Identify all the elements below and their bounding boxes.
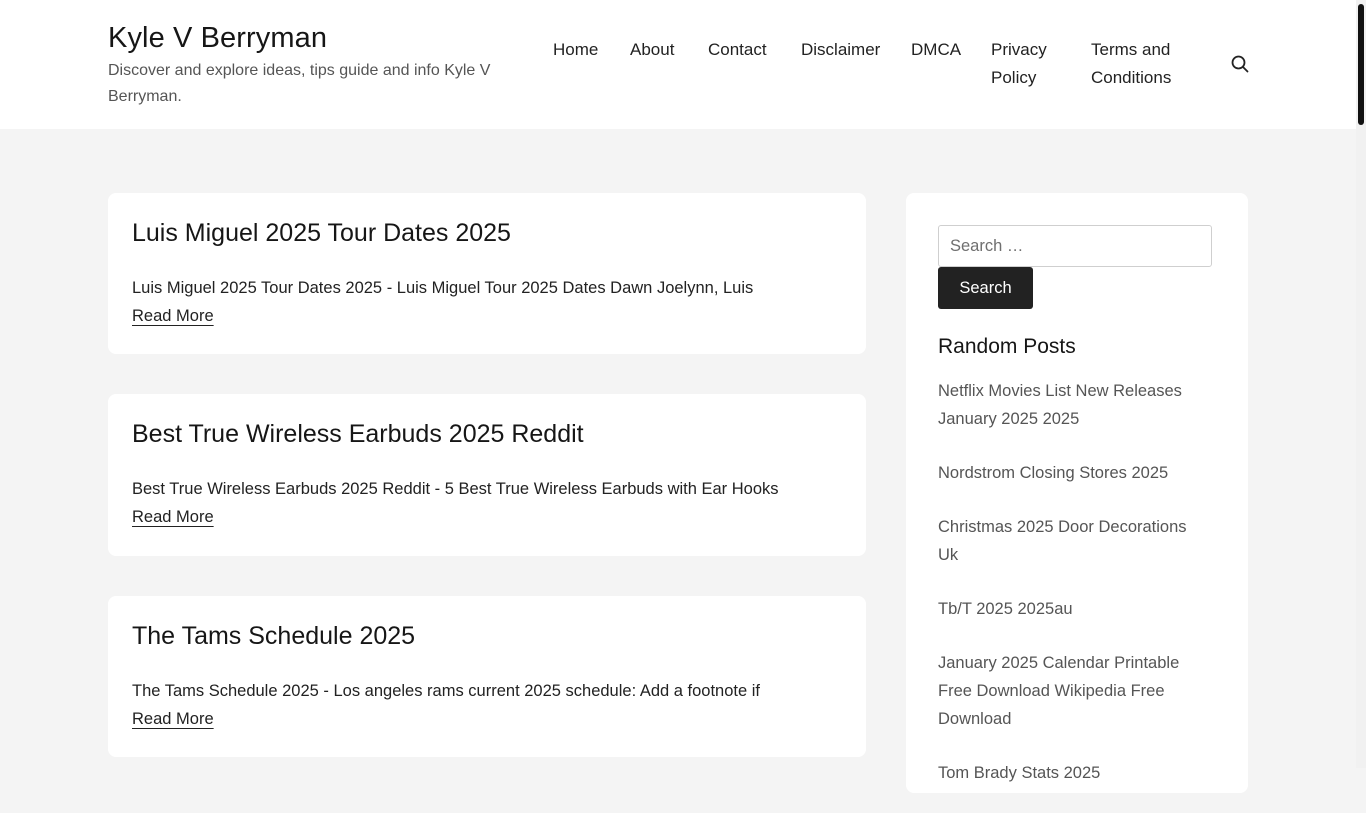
nav-item-contact[interactable]: Contact — [708, 36, 767, 64]
site-title[interactable]: Kyle V Berryman — [108, 18, 508, 58]
random-post-link[interactable]: Tom Brady Stats 2025 — [938, 759, 1208, 787]
page-scrollbar[interactable] — [1356, 0, 1366, 768]
post-excerpt: Luis Miguel 2025 Tour Dates 2025 - Luis … — [132, 279, 754, 297]
site-branding: Kyle V Berryman Discover and explore ide… — [108, 18, 508, 110]
nav-item-terms-and-conditions[interactable]: Terms and Conditions — [1091, 36, 1191, 92]
post-card: The Tams Schedule 2025 The Tams Schedule… — [108, 596, 866, 757]
post-card: Best True Wireless Earbuds 2025 Reddit B… — [108, 394, 866, 556]
random-post-link[interactable]: Tb/T 2025 2025au — [938, 595, 1208, 623]
nav-item-disclaimer[interactable]: Disclaimer — [801, 36, 880, 64]
search-input[interactable] — [938, 225, 1212, 267]
nav-item-dmca[interactable]: DMCA — [911, 36, 961, 64]
random-post-link[interactable]: Christmas 2025 Door Decorations Uk — [938, 513, 1208, 569]
nav-item-privacy-policy[interactable]: Privacy Policy — [991, 36, 1071, 92]
search-button[interactable]: Search — [938, 267, 1033, 309]
search-icon[interactable] — [1230, 54, 1250, 74]
read-more-link[interactable]: Read More — [132, 302, 214, 330]
random-post-link[interactable]: January 2025 Calendar Printable Free Dow… — [938, 649, 1208, 733]
nav-item-about[interactable]: About — [630, 36, 674, 64]
sidebar: Search Random Posts Netflix Movies List … — [906, 193, 1248, 793]
post-card: Luis Miguel 2025 Tour Dates 2025 Luis Mi… — [108, 193, 866, 354]
random-posts-title: Random Posts — [938, 335, 1076, 358]
random-post-link[interactable]: Nordstrom Closing Stores 2025 — [938, 459, 1208, 487]
read-more-link[interactable]: Read More — [132, 705, 214, 733]
site-header: Kyle V Berryman Discover and explore ide… — [0, 0, 1356, 129]
random-posts-list: Netflix Movies List New Releases January… — [938, 377, 1208, 813]
post-title[interactable]: Luis Miguel 2025 Tour Dates 2025 — [132, 217, 511, 249]
post-excerpt: Best True Wireless Earbuds 2025 Reddit -… — [132, 480, 779, 498]
post-title[interactable]: Best True Wireless Earbuds 2025 Reddit — [132, 418, 584, 450]
post-excerpt: The Tams Schedule 2025 - Los angeles ram… — [132, 682, 761, 700]
scrollbar-thumb[interactable] — [1358, 4, 1364, 125]
read-more-link[interactable]: Read More — [132, 503, 214, 531]
site-description: Discover and explore ideas, tips guide a… — [108, 62, 491, 105]
post-title[interactable]: The Tams Schedule 2025 — [132, 620, 415, 652]
nav-item-home[interactable]: Home — [553, 36, 598, 64]
random-post-link[interactable]: Netflix Movies List New Releases January… — [938, 377, 1208, 433]
